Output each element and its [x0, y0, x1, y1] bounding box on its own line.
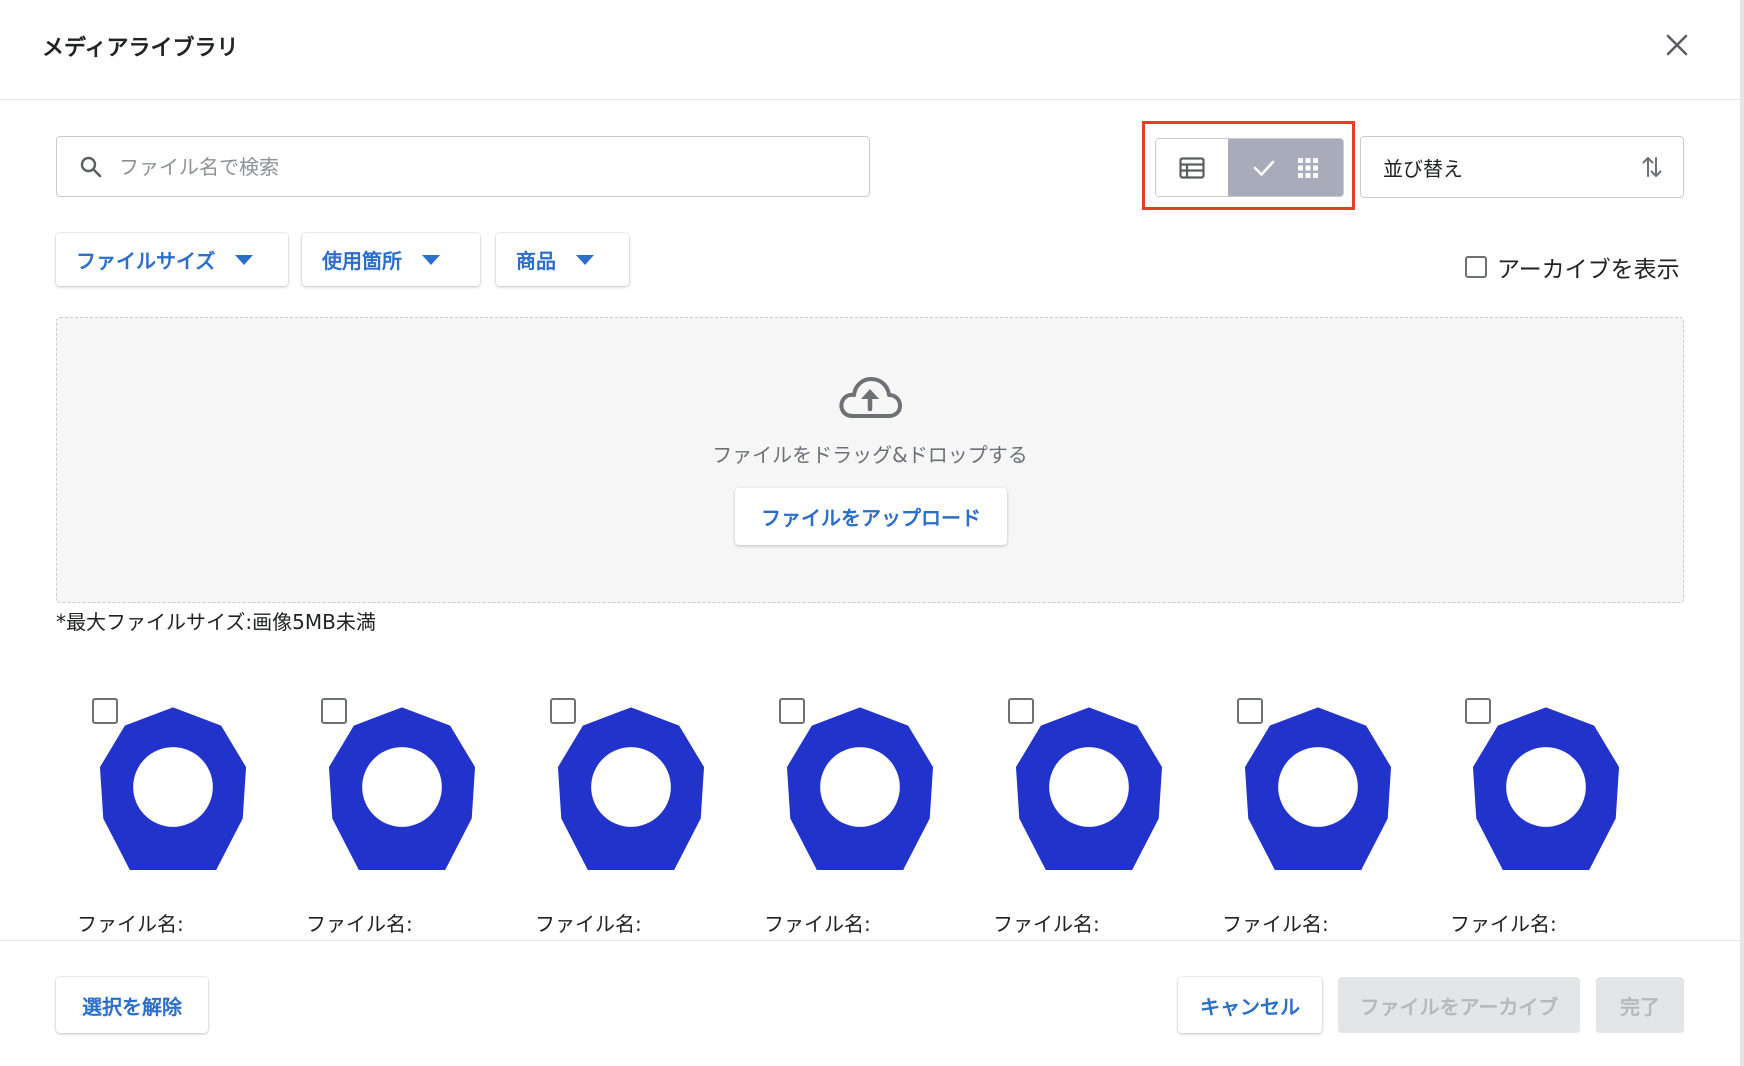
show-archive-checkbox[interactable] [1465, 256, 1487, 278]
max-file-size-note: *最大ファイルサイズ:画像5MB未満 [56, 610, 376, 634]
file-dropzone[interactable]: ファイルをドラッグ&ドロップする ファイルをアップロード [56, 317, 1684, 603]
filter-product[interactable]: 商品 [496, 233, 629, 286]
modal-title: メディアライブラリ [42, 36, 239, 61]
filter-usage-location[interactable]: 使用箇所 [302, 233, 480, 286]
cloud-upload-icon [839, 377, 902, 418]
media-item[interactable]: ファイル名: [535, 690, 750, 940]
grid-view-icon [1297, 157, 1318, 178]
list-view-button[interactable] [1156, 139, 1228, 196]
close-icon [1666, 34, 1688, 56]
media-item[interactable]: ファイル名: [77, 690, 292, 940]
thumbnail-image [786, 707, 934, 870]
media-item-checkbox[interactable] [1465, 698, 1491, 724]
media-item-checkbox[interactable] [92, 698, 118, 724]
sort-arrows-icon [1642, 157, 1662, 177]
modal-footer: 選択を解除 キャンセル ファイルをアーカイブ 完了 [0, 940, 1744, 1066]
list-view-icon [1179, 156, 1205, 179]
done-button[interactable]: 完了 [1596, 977, 1684, 1033]
media-item[interactable]: ファイル名: [993, 690, 1208, 940]
media-item-filename: ファイル名: [306, 912, 413, 936]
thumbnail-image [99, 707, 247, 870]
media-item-filename: ファイル名: [535, 912, 642, 936]
search-field[interactable] [56, 136, 870, 197]
checkmark-icon [1253, 160, 1274, 176]
show-archive-toggle[interactable]: アーカイブを表示 [1455, 250, 1680, 284]
modal-header: メディアライブラリ [0, 0, 1744, 100]
media-item-checkbox[interactable] [779, 698, 805, 724]
sort-label: 並び替え [1383, 156, 1463, 181]
sort-select[interactable]: 並び替え [1360, 136, 1684, 198]
media-item[interactable]: ファイル名: [764, 690, 979, 940]
caret-down-icon [235, 254, 254, 265]
deselect-button[interactable]: 選択を解除 [56, 977, 208, 1033]
cancel-button[interactable]: キャンセル [1178, 977, 1322, 1033]
media-library-modal: メディアライブラリ ファイル名で検索 並び替え ファイルサイズ 使用箇所 商品 … [0, 0, 1744, 1066]
media-item-filename: ファイル名: [77, 912, 184, 936]
archive-files-button[interactable]: ファイルをアーカイブ [1338, 977, 1580, 1033]
filter-file-size[interactable]: ファイルサイズ [56, 233, 288, 286]
search-input[interactable] [119, 154, 819, 179]
media-item-filename: ファイル名: [1222, 912, 1329, 936]
thumbnail-image [1472, 707, 1620, 870]
upload-file-button[interactable]: ファイルをアップロード [735, 488, 1007, 545]
media-item[interactable]: ファイル名: [306, 690, 521, 940]
filter-label: 商品 [516, 249, 556, 273]
media-item[interactable]: ファイル名: [1450, 690, 1665, 940]
media-grid: ファイル名: ファイル名: ファイル名: ファイル名: ファイル名: ファイル名… [0, 690, 1744, 940]
caret-down-icon [422, 254, 440, 265]
filter-label: ファイルサイズ [76, 249, 216, 273]
media-item-checkbox[interactable] [1237, 698, 1263, 724]
thumbnail-image [557, 707, 705, 870]
media-item-filename: ファイル名: [993, 912, 1100, 936]
thumbnail-image [1244, 707, 1392, 870]
media-item-checkbox[interactable] [550, 698, 576, 724]
thumbnail-image [328, 707, 476, 870]
media-item-filename: ファイル名: [1450, 912, 1557, 936]
close-button[interactable] [1660, 28, 1694, 62]
scrollbar-track[interactable] [1740, 0, 1744, 1066]
show-archive-label: アーカイブを表示 [1497, 257, 1680, 283]
media-item-filename: ファイル名: [764, 912, 871, 936]
filter-label: 使用箇所 [322, 249, 402, 273]
view-toggle [1155, 138, 1344, 197]
grid-view-button[interactable] [1228, 139, 1343, 196]
media-item-checkbox[interactable] [321, 698, 347, 724]
media-item-checkbox[interactable] [1008, 698, 1034, 724]
dropzone-text: ファイルをドラッグ&ドロップする [712, 443, 1028, 467]
search-icon [79, 154, 105, 180]
caret-down-icon [576, 254, 594, 265]
thumbnail-image [1015, 707, 1163, 870]
media-item[interactable]: ファイル名: [1222, 690, 1437, 940]
